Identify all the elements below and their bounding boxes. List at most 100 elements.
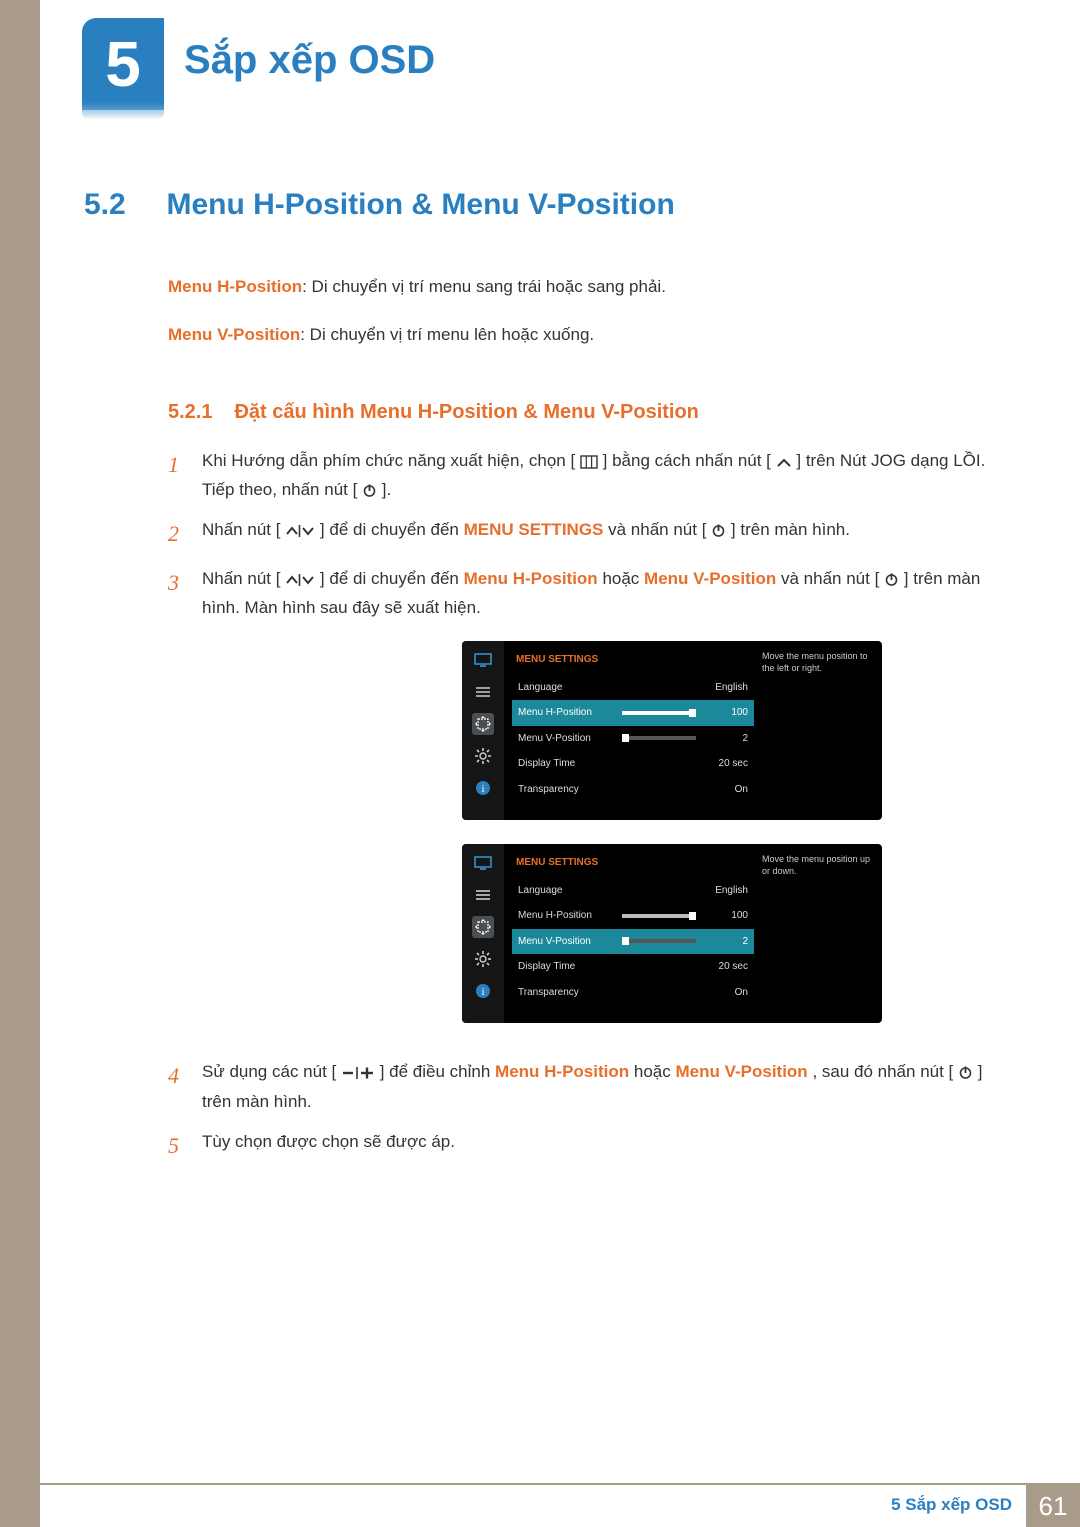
osd-label: Display Time: [518, 958, 614, 976]
list-icon: [472, 884, 494, 906]
step-4: 4 Sử dụng các nút [ ] để điều chỉnh Menu…: [168, 1057, 1010, 1117]
svg-text:i: i: [481, 783, 484, 795]
osd-row-h-position: Menu H-Position 100: [512, 700, 754, 726]
osd-label: Menu V-Position: [518, 730, 614, 748]
slider-icon: [622, 711, 696, 715]
step1-text-b: ] bằng cách nhấn nút [: [603, 451, 771, 470]
section-heading: 5.2 Menu H-Position & Menu V-Position: [84, 188, 1010, 222]
term-v-position: Menu V-Position: [168, 325, 300, 344]
slider-icon: [622, 939, 696, 943]
step-number: 5: [168, 1127, 202, 1166]
step1-text-a: Khi Hướng dẫn phím chức năng xuất hiện, …: [202, 451, 575, 470]
osd-row-v-position: Menu V-Position 2: [512, 929, 754, 955]
osd-row-display-time: Display Time 20 sec: [512, 751, 754, 777]
footer-label: 5 Sắp xếp OSD: [877, 1485, 1026, 1527]
osd-value: 20 sec: [704, 755, 748, 773]
menu-grid-icon: [580, 455, 598, 469]
power-icon: [362, 483, 377, 498]
step1-text-e: ].: [382, 480, 391, 499]
step-2: 2 Nhấn nút [ ] để di chuyển đến MENU SET…: [168, 515, 1010, 554]
osd-sidebar: i: [462, 641, 504, 820]
step3-text-a: Nhấn nút [: [202, 569, 280, 588]
step2-text-d: ] trên màn hình.: [731, 520, 850, 539]
gear-icon: [472, 745, 494, 767]
step-3: 3 Nhấn nút [ ] để di chuyển đến Menu H-P…: [168, 564, 1010, 1048]
step5-text: Tùy chọn được chọn sẽ được áp.: [202, 1127, 1010, 1157]
up-chevron-icon: [776, 457, 792, 469]
step2-text-a: Nhấn nút [: [202, 520, 280, 539]
info-icon: i: [472, 777, 494, 799]
step-number: 2: [168, 515, 202, 554]
info-icon: i: [472, 980, 494, 1002]
osd-sidebar: i: [462, 844, 504, 1023]
page-number: 61: [1026, 1485, 1080, 1527]
section-title: Menu H-Position & Menu V-Position: [166, 188, 674, 221]
power-icon: [958, 1065, 973, 1080]
power-icon: [884, 572, 899, 587]
desc-h-text: : Di chuyển vị trí menu sang trái hoặc s…: [302, 277, 666, 296]
step2-text-b: ] để di chuyển đến: [320, 520, 464, 539]
kw-menu-h-position: Menu H-Position: [495, 1062, 629, 1081]
osd-value: 100: [704, 907, 748, 925]
osd-screenshots: i MENU SETTINGS Language English Menu H-P…: [462, 641, 1010, 1023]
step1-text-d: Tiếp theo, nhấn nút [: [202, 480, 357, 499]
step4-mid: hoặc: [634, 1062, 676, 1081]
osd-hint-text: Move the menu position up or down.: [762, 852, 872, 1005]
osd-value: English: [704, 882, 748, 900]
step-1: 1 Khi Hướng dẫn phím chức năng xuất hiện…: [168, 446, 1010, 506]
minus-plus-icon: [341, 1066, 375, 1080]
osd-row-transparency: Transparency On: [512, 777, 754, 803]
osd-value: On: [704, 984, 748, 1002]
resize-icon: [472, 916, 494, 938]
osd-row-language: Language English: [512, 675, 754, 701]
section-description: Menu H-Position: Di chuyển vị trí menu s…: [168, 274, 1010, 349]
osd-value: 2: [704, 933, 748, 951]
step4-text-a: Sử dụng các nút [: [202, 1062, 336, 1081]
section-number: 5.2: [84, 188, 162, 222]
osd-value: On: [704, 781, 748, 799]
osd-value: English: [704, 679, 748, 697]
power-icon: [711, 523, 726, 538]
osd-row-display-time: Display Time20 sec: [512, 954, 754, 980]
subsection-number: 5.2.1: [168, 401, 230, 424]
osd-heading: MENU SETTINGS: [512, 852, 754, 878]
kw-menu-v-position: Menu V-Position: [644, 569, 776, 588]
page-footer: 5 Sắp xếp OSD 61: [0, 1483, 1080, 1527]
osd-heading: MENU SETTINGS: [512, 649, 754, 675]
chapter-number: 5: [105, 27, 141, 101]
kw-menu-settings: MENU SETTINGS: [464, 520, 604, 539]
kw-menu-v-position: Menu V-Position: [675, 1062, 807, 1081]
list-icon: [472, 681, 494, 703]
step1-text-c: ] trên Nút JOG dạng LỒI.: [796, 451, 985, 470]
osd-label: Menu V-Position: [518, 933, 614, 951]
step2-text-c: và nhấn nút [: [608, 520, 706, 539]
desc-v-text: : Di chuyển vị trí menu lên hoặc xuống.: [300, 325, 594, 344]
osd-label: Menu H-Position: [518, 704, 614, 722]
slider-icon: [622, 736, 696, 740]
osd-label: Language: [518, 679, 614, 697]
step-number: 4: [168, 1057, 202, 1096]
osd-label: Language: [518, 882, 614, 900]
page-content: 5.2 Menu H-Position & Menu V-Position Me…: [84, 188, 1010, 1175]
monitor-icon: [472, 852, 494, 874]
steps-list: 1 Khi Hướng dẫn phím chức năng xuất hiện…: [168, 446, 1010, 1166]
step-number: 3: [168, 564, 202, 603]
osd-panel-h: i MENU SETTINGS Language English Menu H-P…: [462, 641, 882, 820]
osd-label: Transparency: [518, 781, 614, 799]
osd-row-language: Language English: [512, 878, 754, 904]
osd-row-v-position: Menu V-Position2: [512, 726, 754, 752]
step4-text-b: ] để điều chỉnh: [380, 1062, 495, 1081]
osd-row-h-position: Menu H-Position 100: [512, 903, 754, 929]
kw-menu-h-position: Menu H-Position: [464, 569, 598, 588]
chapter-title: Sắp xếp OSD: [184, 38, 435, 83]
osd-label: Menu H-Position: [518, 907, 614, 925]
resize-icon: [472, 713, 494, 735]
step3-text-b: ] để di chuyển đến: [320, 569, 464, 588]
step3-text-c: và nhấn nút [: [781, 569, 879, 588]
step4-text-c: , sau đó nhấn nút [: [812, 1062, 953, 1081]
page-side-stripe: [0, 0, 40, 1527]
subsection-title: Đặt cấu hình Menu H-Position & Menu V-Po…: [234, 401, 698, 423]
step3-mid: hoặc: [602, 569, 644, 588]
osd-label: Display Time: [518, 755, 614, 773]
osd-value: 100: [704, 704, 748, 722]
